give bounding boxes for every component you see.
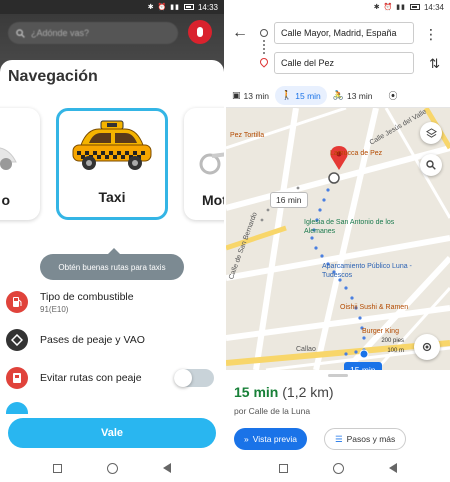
map-label: Lamucca de Pez [330, 150, 383, 157]
my-location-button[interactable] [414, 334, 440, 360]
option-subtitle: 91(E10) [40, 304, 69, 314]
home-icon[interactable] [332, 462, 344, 474]
option-title: Pases de peaje y VAO [40, 334, 145, 346]
search-placeholder: ¿Adónde vas? [31, 28, 90, 38]
back-arrow-icon[interactable]: ← [232, 24, 248, 42]
microphone-button[interactable] [188, 20, 212, 44]
origin-dot-icon [260, 29, 268, 37]
vehicle-card-car[interactable]: o [0, 108, 40, 220]
back-icon[interactable] [163, 463, 172, 473]
option-avoid-tolls[interactable]: Evitar rutas con peaje [0, 360, 224, 396]
battery-icon [183, 4, 194, 10]
directions-header: ← Calle Mayor, Madrid, España Calle del … [226, 14, 450, 84]
steps-button[interactable]: ☰ Pasos y más [324, 428, 407, 450]
toll-diamond-icon [6, 329, 28, 351]
microphone-icon [197, 27, 203, 37]
toll-avoid-icon [6, 367, 28, 389]
preview-label: Vista previa [252, 434, 297, 444]
map-canvas [226, 108, 450, 370]
trip-via: por Calle de la Luna [234, 406, 311, 416]
home-icon[interactable] [106, 462, 118, 474]
mode-transit[interactable]: ▣ 13 min [226, 86, 275, 105]
status-bar: ✱ ⏰ ▮▮ 14:34 [226, 0, 450, 14]
map-label: Burger King [362, 328, 399, 335]
option-toll-passes[interactable]: Pases de peaje y VAO [0, 322, 224, 358]
recents-icon[interactable] [278, 463, 288, 473]
battery-icon [409, 4, 420, 10]
avoid-tolls-toggle[interactable] [174, 369, 214, 387]
motorcycle-icon [199, 152, 224, 175]
partial-option-icon [6, 402, 28, 414]
waze-screen: ✱ ⏰ ▮▮ 14:33 ¿Adónde vas? Navegación o T… [0, 0, 224, 482]
origin-field[interactable]: Calle Mayor, Madrid, España [274, 22, 414, 44]
status-icons: ✱ ⏰ ▮▮ [147, 4, 180, 11]
map-label: Aparcamiento Público Luna - Tudescos [322, 263, 412, 279]
destination-field[interactable]: Calle del Pez [274, 52, 414, 74]
option-title: Tipo de combustible [40, 290, 134, 303]
mode-time: 13 min [346, 90, 373, 101]
recents-icon[interactable] [52, 463, 62, 473]
android-navbar [0, 454, 224, 482]
taxi-icon [72, 120, 152, 170]
status-time: 14:33 [197, 2, 218, 12]
my-location-icon [422, 342, 432, 352]
trip-summary: 15 min (1,2 km) [234, 384, 334, 400]
status-time: 14:34 [423, 2, 444, 12]
taxi-tooltip: Obtén buenas rutas para taxis [40, 248, 184, 280]
transit-icon: ▣ [232, 90, 241, 100]
layers-icon [425, 127, 437, 138]
layers-button[interactable] [420, 122, 442, 144]
map-label: Pez Tortilla [230, 132, 265, 139]
trip-distance: (1,2 km) [282, 384, 334, 400]
search-bar[interactable]: ¿Adónde vas? [8, 22, 178, 44]
bike-icon: 🚴 [332, 90, 344, 100]
gas-pump-icon [6, 291, 28, 313]
steps-label: Pasos y más [346, 434, 396, 444]
back-icon[interactable] [389, 463, 398, 473]
status-icons: ✱ ⏰ ▮▮ [373, 4, 406, 11]
maps-screen: ✱ ⏰ ▮▮ 14:34 ← Calle Mayor, Madrid, Espa… [226, 0, 450, 482]
option-title: Evitar rutas con peaje [40, 372, 142, 384]
android-navbar [226, 454, 450, 482]
destination-pin-icon [258, 56, 270, 68]
route-summary-sheet: 15 min (1,2 km) por Calle de la Luna » V… [226, 370, 450, 454]
mode-bike[interactable]: 🚴 13 min [327, 86, 379, 105]
mode-ride[interactable]: ⦿ [379, 85, 404, 106]
status-bar: ✱ ⏰ ▮▮ 14:33 [0, 0, 224, 14]
travel-modes: ▣ 13 min 🚶 15 min 🚴 13 min ⦿ [226, 84, 450, 108]
search-icon [16, 28, 25, 38]
route-duration[interactable]: 15 min [344, 362, 382, 370]
swap-icon[interactable]: ⇅ [429, 56, 440, 72]
map-label: Callao [296, 346, 316, 353]
vehicle-card-moto[interactable]: Mot [184, 108, 224, 220]
car-icon [0, 147, 17, 170]
list-icon: ☰ [335, 433, 343, 444]
alt-route-duration[interactable]: 16 min [270, 192, 308, 208]
trip-duration: 15 min [234, 384, 279, 400]
mode-walk[interactable]: 🚶 15 min [275, 86, 327, 105]
more-options-icon[interactable]: ⋮ [424, 26, 438, 43]
mode-time: 13 min [243, 90, 270, 101]
search-icon [426, 160, 436, 170]
ride-icon: ⦿ [388, 91, 398, 101]
preview-arrow-icon: » [244, 434, 249, 444]
vehicle-label: Taxi [98, 189, 126, 205]
map-view[interactable]: 16 min 15 min Pez Tortilla Lamucca de Pe… [226, 108, 450, 370]
scale-feet: 200 pies [381, 338, 404, 344]
scale-meters: 100 m [387, 348, 404, 354]
map-label: Iglesia de San Antonio de los Alemanes [304, 219, 395, 235]
search-along-route-button[interactable] [420, 154, 442, 176]
drag-handle[interactable] [328, 374, 348, 377]
vehicle-card-taxi[interactable]: Taxi [56, 108, 168, 220]
preview-button[interactable]: » Vista previa [234, 428, 307, 450]
vale-button[interactable]: Vale [8, 418, 216, 448]
vehicle-label: o [1, 192, 10, 208]
route-connector [263, 40, 265, 54]
option-fuel-type[interactable]: Tipo de combustible 91(E10) [0, 284, 224, 320]
walk-icon: 🚶 [281, 90, 293, 100]
page-title: Navegación [8, 68, 98, 85]
map-label: Oishii Sushi & Ramen [340, 304, 409, 311]
vehicle-label: Mot [202, 192, 224, 208]
mode-time: 15 min [295, 90, 321, 101]
